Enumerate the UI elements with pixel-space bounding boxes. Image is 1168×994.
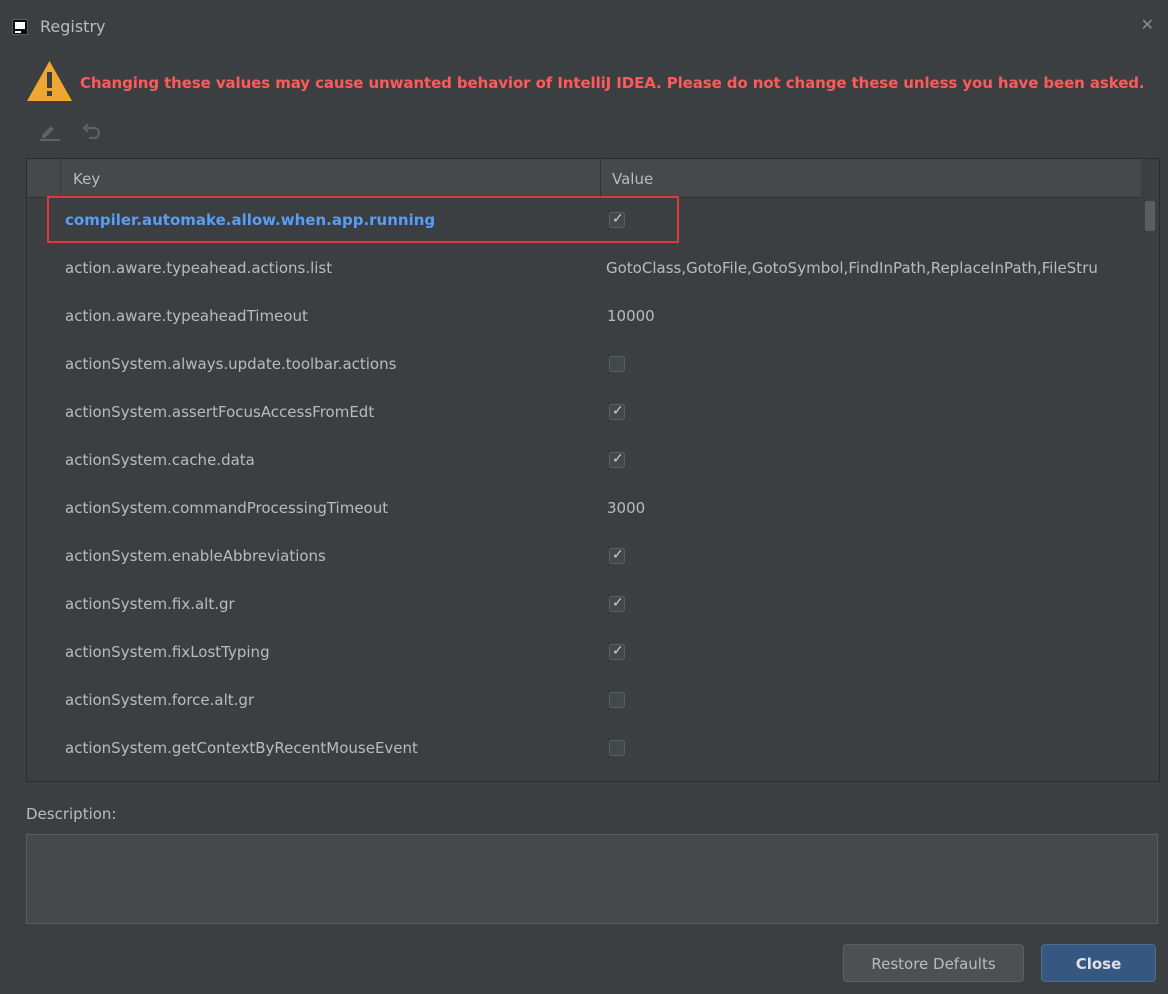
column-divider [600,159,601,197]
value-checkbox[interactable] [609,643,625,660]
table-row[interactable]: actionSystem.enableAbbreviations [27,533,1141,581]
row-key: actionSystem.fix.alt.gr [65,595,235,613]
row-key: action.aware.typeaheadTimeout [65,307,308,325]
table-row[interactable]: actionSystem.commandProcessingTimeout 30… [27,485,1141,533]
warning-text: Changing these values may cause unwanted… [80,74,1145,92]
warning-banner: Changing these values may cause unwanted… [26,60,1166,106]
row-key: actionSystem.commandProcessingTimeout [65,499,389,517]
row-key: actionSystem.fixLostTyping [65,643,270,661]
value-checkbox[interactable] [609,403,625,420]
column-header-value[interactable]: Value [612,170,653,188]
column-header-key[interactable]: Key [73,170,100,188]
description-box [26,834,1158,924]
row-key: actionSystem.cache.data [65,451,255,469]
row-key: actionSystem.enableAbbreviations [65,547,326,565]
row-value[interactable]: 3000 [607,499,1141,517]
row-key: actionSystem.assertFocusAccessFromEdt [65,403,375,421]
row-key: compiler.automake.allow.when.app.running [65,211,436,229]
value-checkbox[interactable] [609,356,625,372]
value-checkbox[interactable] [609,595,625,612]
toolbar [38,118,118,146]
undo-icon[interactable] [80,118,104,142]
row-value[interactable]: 10000 [607,307,1141,325]
table-header: Key Value [27,159,1141,198]
scrollbar-thumb[interactable] [1145,201,1155,231]
title-bar: Registry ✕ [0,0,1168,56]
table-scrollbar[interactable] [1141,197,1159,781]
row-key: actionSystem.always.update.toolbar.actio… [65,355,397,373]
table-row[interactable]: actionSystem.always.update.toolbar.actio… [27,341,1141,389]
warning-triangle-icon [27,61,72,101]
value-checkbox[interactable] [609,547,625,564]
close-icon[interactable]: ✕ [1141,15,1154,34]
row-key: actionSystem.force.alt.gr [65,691,255,709]
value-checkbox[interactable] [609,211,625,228]
table-row[interactable]: actionSystem.cache.data [27,437,1141,485]
row-key: action.aware.typeahead.actions.list [65,259,333,277]
value-checkbox[interactable] [609,692,625,708]
pencil-icon[interactable] [38,118,62,142]
table-row[interactable]: actionSystem.getContextByRecentMouseEven… [27,725,1141,773]
table-row[interactable]: compiler.automake.allow.when.app.running [27,197,1141,245]
restore-defaults-button[interactable]: Restore Defaults [843,944,1024,982]
table-row[interactable]: actionSystem.force.alt.gr [27,677,1141,725]
registry-table: Key Value compiler.automake.allow.when.a… [26,158,1160,782]
table-row[interactable]: action.aware.typeaheadTimeout 10000 [27,293,1141,341]
table-row[interactable]: action.aware.typeahead.actions.list Goto… [27,245,1141,293]
value-checkbox[interactable] [609,451,625,468]
table-row[interactable]: actionSystem.assertFocusAccessFromEdt [27,389,1141,437]
window-title: Registry [40,17,106,36]
close-button[interactable]: Close [1041,944,1156,982]
intellij-app-icon [12,19,28,35]
row-value[interactable]: GotoClass,GotoFile,GotoSymbol,FindInPath… [606,259,1140,277]
table-row[interactable]: actionSystem.fixLostTyping [27,629,1141,677]
value-checkbox[interactable] [609,740,625,756]
description-label: Description: [26,805,117,823]
table-row[interactable]: actionSystem.fix.alt.gr [27,581,1141,629]
row-key: actionSystem.getContextByRecentMouseEven… [65,739,418,757]
column-divider [60,159,61,197]
